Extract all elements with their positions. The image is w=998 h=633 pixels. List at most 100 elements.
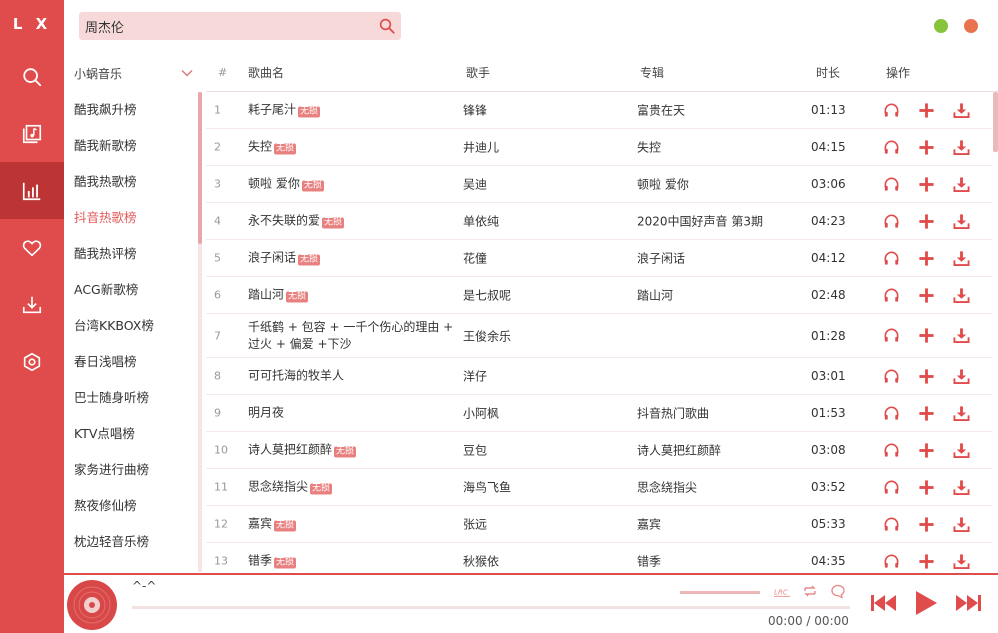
singer-name[interactable]: 张远 <box>463 516 487 533</box>
add-button[interactable] <box>916 174 936 194</box>
album-name[interactable]: 抖音热门歌曲 <box>637 405 709 422</box>
repeat-icon[interactable] <box>802 583 818 599</box>
board-item[interactable]: 酷我新歌榜 <box>64 128 198 164</box>
nav-download[interactable] <box>0 276 64 333</box>
listen-button[interactable] <box>881 366 901 386</box>
add-button[interactable] <box>916 100 936 120</box>
singer-name[interactable]: 单依纯 <box>463 213 499 230</box>
singer-name[interactable]: 是七叔呢 <box>463 287 511 304</box>
board-item[interactable]: 春日浅唱榜 <box>64 344 198 380</box>
singer-name[interactable]: 豆包 <box>463 442 487 459</box>
listen-button[interactable] <box>881 248 901 268</box>
table-row[interactable]: 7 千纸鹤 + 包容 + 一千个伤心的理由 + 过火 + 偏爱 +下沙 王俊余乐 01… <box>206 314 992 358</box>
listen-button[interactable] <box>881 174 901 194</box>
singer-name[interactable]: 秋猴依 <box>463 553 499 570</box>
add-button[interactable] <box>916 248 936 268</box>
comment-icon[interactable] <box>830 583 846 599</box>
album-name[interactable]: 失控 <box>637 139 661 156</box>
add-button[interactable] <box>916 366 936 386</box>
table-row[interactable]: 4 永不失联的爱 无损 单依纯 2020中国好声音 第3期 04:23 <box>206 203 992 240</box>
album-name[interactable]: 顿啦 爱你 <box>637 176 689 193</box>
singer-name[interactable]: 花僮 <box>463 250 487 267</box>
board-item[interactable]: 抖音热歌榜 <box>64 200 198 236</box>
album-name[interactable]: 诗人莫把红颜醉 <box>637 442 721 459</box>
album-name[interactable]: 踏山河 <box>637 287 673 304</box>
listen-button[interactable] <box>881 211 901 231</box>
lyrics-icon[interactable]: LRC <box>774 583 790 599</box>
listen-button[interactable] <box>881 551 901 571</box>
board-item[interactable]: 酷我热评榜 <box>64 236 198 272</box>
board-item[interactable]: KTV点唱榜 <box>64 416 198 452</box>
minimize-button[interactable] <box>934 19 948 33</box>
download-button[interactable] <box>951 326 971 346</box>
add-button[interactable] <box>916 211 936 231</box>
album-name[interactable]: 2020中国好声音 第3期 <box>637 213 763 230</box>
prev-button[interactable] <box>868 587 900 619</box>
next-button[interactable] <box>952 587 984 619</box>
listen-button[interactable] <box>881 440 901 460</box>
singer-name[interactable]: 井迪儿 <box>463 139 499 156</box>
add-button[interactable] <box>916 285 936 305</box>
nav-search[interactable] <box>0 48 64 105</box>
add-button[interactable] <box>916 514 936 534</box>
singer-name[interactable]: 海鸟飞鱼 <box>463 479 511 496</box>
table-row[interactable]: 5 浪子闲话 无损 花僮 浪子闲话 04:12 <box>206 240 992 277</box>
board-item[interactable]: ACG新歌榜 <box>64 272 198 308</box>
board-item[interactable]: 酷我热歌榜 <box>64 164 198 200</box>
board-item[interactable]: 酷我飙升榜 <box>64 92 198 128</box>
source-select[interactable]: 小蜗音乐 <box>64 56 202 90</box>
table-row[interactable]: 9 明月夜 小阿枫 抖音热门歌曲 01:53 <box>206 395 992 432</box>
search-button[interactable] <box>373 12 401 40</box>
listen-button[interactable] <box>881 477 901 497</box>
listen-button[interactable] <box>881 514 901 534</box>
board-item[interactable]: 枕边轻音乐榜 <box>64 524 198 560</box>
play-button[interactable] <box>910 587 942 619</box>
download-button[interactable] <box>951 248 971 268</box>
add-button[interactable] <box>916 477 936 497</box>
volume-slider[interactable] <box>680 591 760 594</box>
singer-name[interactable]: 吴迪 <box>463 176 487 193</box>
table-row[interactable]: 12 嘉宾 无损 张远 嘉宾 05:33 <box>206 506 992 543</box>
download-button[interactable] <box>951 403 971 423</box>
nav-settings[interactable] <box>0 333 64 390</box>
album-name[interactable]: 富贵在天 <box>637 102 685 119</box>
board-item[interactable]: 巴士随身听榜 <box>64 380 198 416</box>
singer-name[interactable]: 锋锋 <box>463 102 487 119</box>
song-list-scrollbar[interactable] <box>993 92 998 152</box>
add-button[interactable] <box>916 326 936 346</box>
listen-button[interactable] <box>881 285 901 305</box>
table-row[interactable]: 8 可可托海的牧羊人 洋仔 03:01 <box>206 358 992 395</box>
board-item[interactable]: 熬夜修仙榜 <box>64 488 198 524</box>
board-item[interactable]: 家务进行曲榜 <box>64 452 198 488</box>
download-button[interactable] <box>951 366 971 386</box>
listen-button[interactable] <box>881 100 901 120</box>
nav-leaderboard[interactable] <box>0 162 64 219</box>
download-button[interactable] <box>951 100 971 120</box>
board-item[interactable]: 台湾KKBOX榜 <box>64 308 198 344</box>
listen-button[interactable] <box>881 403 901 423</box>
table-row[interactable]: 2 失控 无损 井迪儿 失控 04:15 <box>206 129 992 166</box>
nav-favorite[interactable] <box>0 219 64 276</box>
download-button[interactable] <box>951 514 971 534</box>
album-name[interactable]: 嘉宾 <box>637 516 661 533</box>
add-button[interactable] <box>916 137 936 157</box>
album-name[interactable]: 错季 <box>637 553 661 570</box>
nav-songlist[interactable] <box>0 105 64 162</box>
singer-name[interactable]: 洋仔 <box>463 368 487 385</box>
add-button[interactable] <box>916 403 936 423</box>
close-button[interactable] <box>964 19 978 33</box>
listen-button[interactable] <box>881 137 901 157</box>
table-row[interactable]: 13 错季 无损 秋猴依 错季 04:35 <box>206 543 992 573</box>
add-button[interactable] <box>916 551 936 571</box>
table-row[interactable]: 6 踏山河 无损 是七叔呢 踏山河 02:48 <box>206 277 992 314</box>
table-row[interactable]: 3 顿啦 爱你 无损 吴迪 顿啦 爱你 03:06 <box>206 166 992 203</box>
add-button[interactable] <box>916 440 936 460</box>
singer-name[interactable]: 小阿枫 <box>463 405 499 422</box>
download-button[interactable] <box>951 211 971 231</box>
search-input[interactable] <box>79 12 373 40</box>
album-name[interactable]: 思念绕指尖 <box>637 479 697 496</box>
singer-name[interactable]: 王俊余乐 <box>463 327 511 344</box>
download-button[interactable] <box>951 174 971 194</box>
listen-button[interactable] <box>881 326 901 346</box>
download-button[interactable] <box>951 137 971 157</box>
